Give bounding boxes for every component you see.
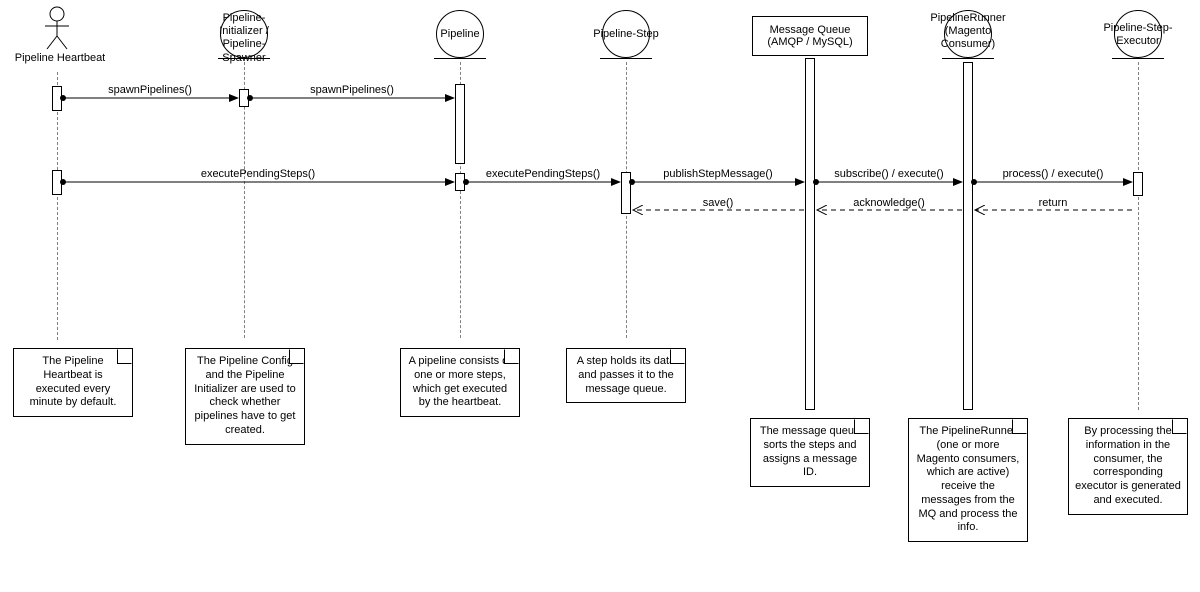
participant-label-heartbeat: Pipeline Heartbeat	[10, 52, 110, 65]
head-underline-step	[600, 58, 652, 59]
lifeline-heartbeat	[57, 72, 58, 340]
actor-heartbeat	[42, 6, 72, 53]
msg-label: acknowledge()	[853, 197, 925, 209]
sequence-diagram: Pipeline Heartbeat Pipeline- Initializer…	[0, 0, 1200, 592]
participant-label-runner: PipelineRunner (Magento Consumer)	[924, 12, 1012, 52]
head-mq: Message Queue (AMQP / MySQL)	[752, 16, 868, 56]
lifeline-executor	[1138, 62, 1139, 410]
msg-label: save()	[703, 197, 734, 209]
participant-label-initializer: Pipeline- Initializer / Pipeline- Spawne…	[198, 12, 290, 65]
head-underline-executor	[1112, 58, 1164, 59]
note-pipeline: A pipeline consists of one or more steps…	[400, 348, 520, 417]
msg-label: executePendingSteps()	[201, 168, 315, 180]
activation	[621, 172, 631, 214]
note-step: A step holds its data and passes it to t…	[566, 348, 686, 403]
note-heartbeat: The Pipeline Heartbeat is executed every…	[13, 348, 133, 417]
activation	[52, 170, 62, 195]
msg-label: process() / execute()	[1003, 168, 1104, 180]
activation	[1133, 172, 1143, 196]
note-executor: By processing the information in the con…	[1068, 418, 1188, 515]
msg-label: return	[1039, 197, 1068, 209]
participant-label-mq: Message Queue (AMQP / MySQL)	[756, 24, 864, 48]
head-underline-runner	[942, 58, 994, 59]
activation	[455, 84, 465, 164]
note-mq: The message queue sorts the steps and as…	[750, 418, 870, 487]
activation	[52, 86, 62, 111]
participant-label-step: Pipeline-Step	[591, 28, 661, 41]
participant-label-executor: Pipeline-Step- Executor	[1098, 22, 1178, 48]
msg-label: executePendingSteps()	[486, 168, 600, 180]
activation	[963, 62, 973, 410]
activation	[455, 173, 465, 191]
msg-label: publishStepMessage()	[663, 168, 772, 180]
msg-label: spawnPipelines()	[108, 84, 192, 96]
activation	[805, 58, 815, 410]
note-runner: The PipelineRunner (one or more Magento …	[908, 418, 1028, 542]
activation	[239, 89, 249, 107]
msg-label: subscribe() / execute()	[834, 168, 943, 180]
head-underline-pipeline	[434, 58, 486, 59]
note-initializer: The Pipeline Config and the Pipeline Ini…	[185, 348, 305, 445]
participant-label-pipeline: Pipeline	[430, 28, 490, 41]
msg-label: spawnPipelines()	[310, 84, 394, 96]
